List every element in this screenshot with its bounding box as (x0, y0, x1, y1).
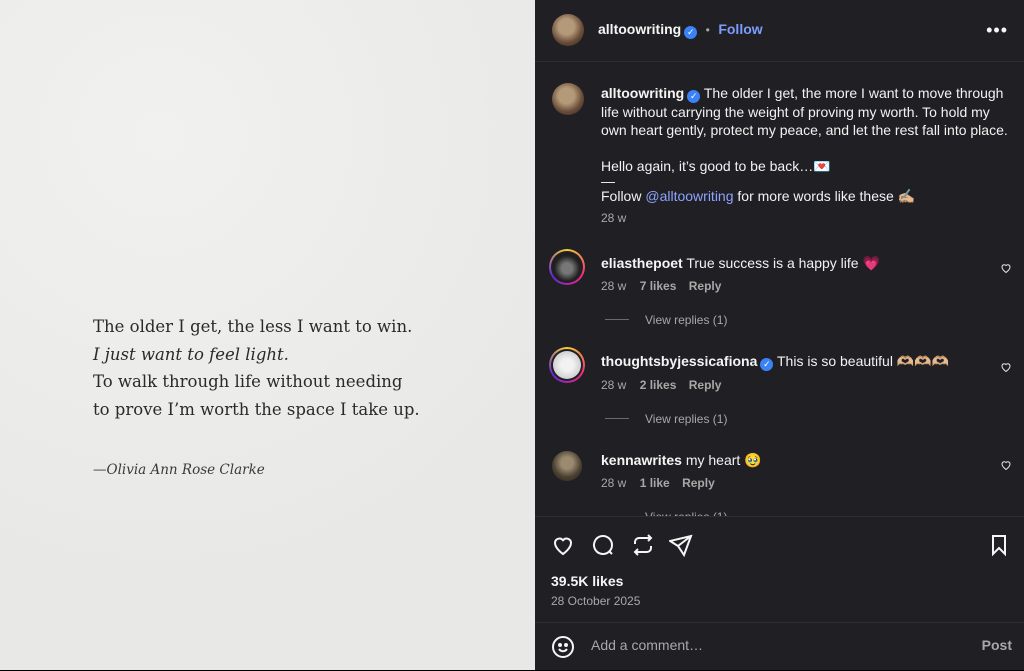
caption-follow-line: Follow @alltoowriting for more words lik… (601, 187, 1011, 205)
caption-text: alltoowriting ✓ The older I get, the more… (601, 84, 1011, 139)
heart-icon[interactable] (1000, 360, 1012, 373)
caption-username[interactable]: alltoowriting (601, 85, 684, 101)
repost-icon[interactable] (631, 533, 655, 557)
comment-likes[interactable]: 7 likes (640, 279, 677, 293)
comment-reply-button[interactable]: Reply (682, 476, 715, 490)
post-header: alltoowriting ✓ • Follow ••• (535, 0, 1024, 62)
comment-time: 28 w (601, 378, 627, 392)
comment-text: True success is a happy life 💗 (686, 255, 880, 271)
heart-icon[interactable] (1000, 458, 1012, 471)
caption-follow-suffix: for more words like these ✍🏼 (733, 188, 916, 204)
comment-username[interactable]: kennawrites (601, 452, 682, 468)
follow-button[interactable]: Follow (718, 21, 762, 37)
comment-item-3: kennawrites my heart 🥹 28 w 1 like Reply… (601, 451, 762, 520)
comment-likes[interactable]: 2 likes (640, 378, 677, 392)
comment-item-1: eliasthepoet True success is a happy lif… (601, 254, 880, 327)
emoji-icon[interactable] (551, 635, 575, 659)
caption-hello: Hello again, it’s good to be back…💌 (601, 158, 831, 174)
separator-dot: • (705, 23, 710, 37)
poem-line-3: To walk through life without needing (93, 372, 403, 391)
comment-avatar[interactable] (549, 347, 585, 383)
comment-likes[interactable]: 1 like (640, 476, 670, 490)
likes-count[interactable]: 39.5K likes (551, 573, 623, 589)
view-replies-button[interactable]: View replies (1) (605, 412, 949, 426)
author-info: alltoowriting ✓ • Follow (598, 21, 763, 39)
heart-icon[interactable] (551, 533, 575, 557)
comment-time: 28 w (601, 476, 627, 490)
comment-time: 28 w (601, 279, 627, 293)
comment-username[interactable]: thoughtsbyjessicafiona (601, 353, 757, 369)
comment-avatar[interactable] (552, 451, 582, 481)
comment-reply-button[interactable]: Reply (689, 279, 722, 293)
comment-input[interactable]: Add a comment… (591, 637, 703, 653)
poem-attribution: —Olivia Ann Rose Clarke (93, 462, 265, 478)
poem-line-2: I just want to feel light. (93, 344, 289, 364)
more-icon[interactable]: ••• (986, 20, 1008, 41)
author-username[interactable]: alltoowriting (598, 21, 681, 37)
author-avatar[interactable] (552, 14, 584, 46)
caption-line-1: The older I get, the more I want to move… (703, 85, 1004, 101)
comment-avatar[interactable] (549, 249, 585, 285)
verified-icon: ✓ (687, 90, 701, 103)
post-date: 28 October 2025 (551, 594, 641, 608)
heart-icon[interactable] (1000, 261, 1012, 274)
comment-text: This is so beautiful 🫶🏼🫶🏼🫶🏼 (777, 353, 950, 369)
caption-mention[interactable]: @alltoowriting (645, 188, 733, 204)
bookmark-icon[interactable] (987, 533, 1011, 557)
post-image[interactable]: The older I get, the less I want to win.… (0, 0, 535, 670)
post-button[interactable]: Post (982, 637, 1012, 653)
caption-line-3: own heart gently, protect my peace, and … (601, 122, 1008, 138)
comment-text: my heart 🥹 (685, 452, 762, 468)
verified-icon: ✓ (684, 26, 698, 39)
caption: alltoowriting ✓ The older I get, the more… (601, 84, 1011, 225)
poem-text: The older I get, the less I want to win.… (93, 313, 420, 423)
comment-item-2: thoughtsbyjessicafiona ✓ This is so beaut… (601, 352, 949, 426)
post-detail-panel: alltoowriting ✓ • Follow ••• alltoowritin… (535, 0, 1024, 670)
poem-line-1: The older I get, the less I want to win. (93, 317, 413, 336)
caption-time: 28 w (601, 211, 627, 225)
poem-line-4: to prove I’m worth the space I take up. (93, 399, 420, 419)
view-replies-button[interactable]: View replies (1) (605, 313, 880, 327)
comment-composer: Add a comment… Post (535, 622, 1024, 671)
caption-line-2: life without carrying the weight of prov… (601, 104, 990, 120)
verified-icon: ✓ (760, 358, 774, 371)
caption-follow-prefix: Follow (601, 188, 646, 204)
caption-divider: — (601, 173, 615, 189)
comment-username[interactable]: eliasthepoet (601, 255, 683, 271)
caption-avatar[interactable] (552, 83, 584, 115)
comment-reply-button[interactable]: Reply (689, 378, 722, 392)
post-actions: 39.5K likes 28 October 2025 (535, 516, 1024, 617)
send-icon[interactable] (667, 533, 693, 558)
comment-icon[interactable] (591, 533, 615, 557)
